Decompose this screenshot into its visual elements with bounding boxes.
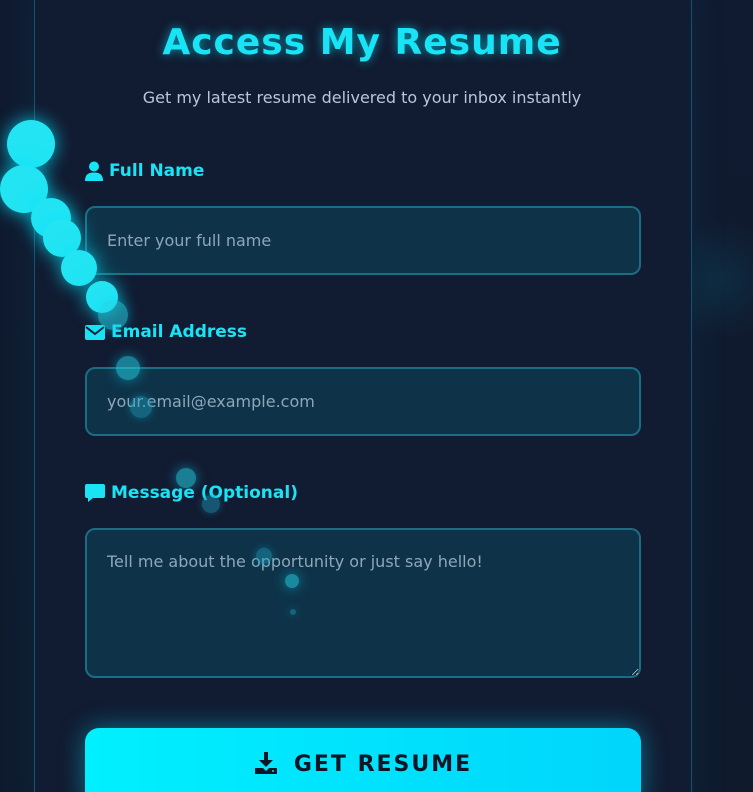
full-name-label: Full Name <box>85 159 204 183</box>
email-label-text: Email Address <box>111 322 248 342</box>
page-title: Access My Resume <box>162 22 562 63</box>
page: Access My Resume Get my latest resume de… <box>0 0 753 792</box>
page-subtitle: Get my latest resume delivered to your i… <box>142 88 582 107</box>
message-label-text: Message (Optional) <box>111 483 298 503</box>
email-input[interactable] <box>85 367 641 436</box>
comment-icon <box>85 483 105 503</box>
get-resume-button[interactable]: GET RESUME <box>85 728 641 792</box>
message-label: Message (Optional) <box>85 481 298 505</box>
user-icon <box>85 161 103 181</box>
get-resume-label: GET RESUME <box>293 752 473 777</box>
email-label: Email Address <box>85 320 247 344</box>
message-textarea[interactable] <box>85 528 641 678</box>
download-icon <box>254 752 278 780</box>
envelope-icon <box>85 324 105 340</box>
full-name-label-text: Full Name <box>109 161 205 181</box>
full-name-input[interactable] <box>85 206 641 275</box>
